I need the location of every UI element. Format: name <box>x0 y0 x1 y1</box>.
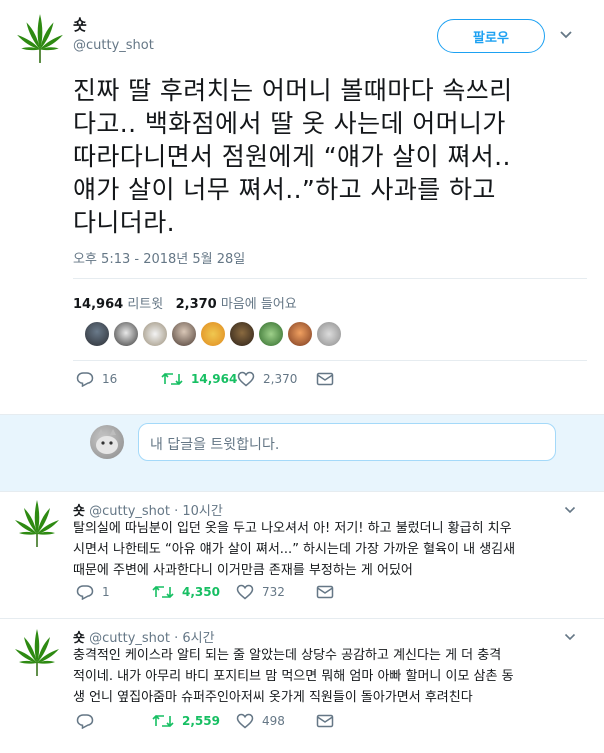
message-action[interactable] <box>316 713 334 729</box>
message-icon <box>316 372 334 386</box>
retweet-count: 4,350 <box>182 585 220 599</box>
liker-avatar[interactable] <box>258 321 284 347</box>
author-handle[interactable]: @cutty_shot <box>73 38 154 53</box>
reply-action[interactable]: 16 <box>76 371 117 387</box>
liker-avatar[interactable] <box>287 321 313 347</box>
reply-text-line: 시면서 나한테도 “아유 얘가 살이 쪄서...” 하시는데 가장 가까운 혈육… <box>73 542 516 557</box>
retweets-label[interactable]: 리트윗 <box>127 297 163 312</box>
heart-icon <box>236 713 254 729</box>
like-action[interactable]: 732 <box>236 584 285 600</box>
retweet-action[interactable]: 14,964 <box>161 371 237 387</box>
tweet-timestamp[interactable]: 오후 5:13 - 2018년 5월 28일 <box>73 248 245 267</box>
reply-author-name[interactable]: 숏 <box>73 504 85 519</box>
tweet-text-line: 진짜 딸 후려치는 어머니 볼때마다 속쓰리 <box>73 76 513 105</box>
tweet-text-line: 따라다니면서 점원에게 “얘가 살이 쪄서.. <box>73 142 511 171</box>
chevron-down-icon[interactable] <box>559 30 573 40</box>
author-name[interactable]: 숏 <box>73 14 87 35</box>
likes-label[interactable]: 마음에 들어요 <box>221 297 297 312</box>
tweet-stats: 14,964 리트윗 2,370 마음에 들어요 <box>73 293 297 312</box>
reply-icon <box>76 714 94 729</box>
heart-icon <box>236 584 254 600</box>
message-icon <box>316 714 334 728</box>
liker-avatar[interactable] <box>316 321 342 347</box>
reply-icon <box>76 585 94 600</box>
like-action[interactable]: 2,370 <box>237 371 297 387</box>
liker-avatar[interactable] <box>200 321 226 347</box>
reply-tweet[interactable]: 숏 @cutty_shot · 10시간 탈의실에 따님분이 입던 옷을 두고 … <box>0 492 604 619</box>
cannabis-leaf-avatar[interactable] <box>14 12 66 64</box>
like-count: 498 <box>262 714 285 728</box>
reply-text-line: 때문에 주변에 사과한다니 이거만큼 존재를 부정하는 게 어딨어 <box>73 563 413 578</box>
tweet-text-line: 다고.. 백화점에서 딸 옷 사는데 어머니가 <box>73 109 506 138</box>
follow-button[interactable]: 팔로우 <box>437 19 545 53</box>
likes-count[interactable]: 2,370 <box>176 297 217 312</box>
tweet-text-line: 얘가 살이 너무 쪄서..”하고 사과를 하고 <box>73 175 496 204</box>
reply-author-name[interactable]: 숏 <box>73 631 85 646</box>
tweet-text: 진짜 딸 후려치는 어머니 볼때마다 속쓰리 다고.. 백화점에서 딸 옷 사는… <box>73 74 593 239</box>
likers-avatars <box>84 321 345 347</box>
reply-author-handle[interactable]: @cutty_shot <box>89 504 170 519</box>
reply-text-line: 생 언니 옆집아줌마 슈퍼주인아저씨 옷가게 직원들이 돌아가면서 후려친다 <box>73 690 473 705</box>
user-avatar[interactable] <box>90 425 124 459</box>
liker-avatar[interactable] <box>229 321 255 347</box>
message-action[interactable] <box>316 584 334 600</box>
divider <box>73 360 587 361</box>
liker-avatar[interactable] <box>142 321 168 347</box>
retweet-icon <box>161 372 183 386</box>
like-action[interactable]: 498 <box>236 713 285 729</box>
tweet-text-line: 다니더라. <box>73 208 175 237</box>
reply-action[interactable] <box>76 713 102 729</box>
chevron-down-icon[interactable] <box>564 633 576 641</box>
chevron-down-icon[interactable] <box>564 506 576 514</box>
like-count: 732 <box>262 585 285 599</box>
retweet-count: 14,964 <box>191 372 238 386</box>
reply-time[interactable]: · 10시간 <box>174 504 223 519</box>
reply-count: 1 <box>102 585 110 599</box>
reply-text-line: 탈의실에 따님분이 입던 옷을 두고 나오셔서 아! 저기! 하고 불렀더니 황… <box>73 521 512 536</box>
reply-tweet[interactable]: 숏 @cutty_shot · 6시간 충격적인 케이스라 알티 되는 줄 알았… <box>0 619 604 753</box>
reply-author-handle[interactable]: @cutty_shot <box>89 631 170 646</box>
reply-text-line: 적이네. 내가 아무리 바디 포지티브 맘 먹으면 뭐해 엄마 아빠 할머니 이… <box>73 669 514 684</box>
message-action[interactable] <box>316 371 334 387</box>
reply-time[interactable]: · 6시간 <box>174 631 214 646</box>
like-count: 2,370 <box>263 372 298 386</box>
reply-text: 탈의실에 따님분이 입던 옷을 두고 나오셔서 아! 저기! 하고 불렀더니 황… <box>73 518 583 581</box>
reply-text-line: 충격적인 케이스라 알티 되는 줄 알았는데 상당수 공감하고 계신다는 게 더… <box>73 648 502 663</box>
reply-header: 숏 @cutty_shot · 6시간 <box>73 627 215 646</box>
heart-icon <box>237 371 255 387</box>
reply-action[interactable]: 1 <box>76 584 110 600</box>
reply-count: 16 <box>102 372 118 386</box>
retweet-icon <box>152 714 174 728</box>
retweet-count: 2,559 <box>182 714 220 728</box>
retweet-action[interactable]: 4,350 <box>152 584 220 600</box>
reply-icon <box>76 372 94 387</box>
message-icon <box>316 585 334 599</box>
cannabis-leaf-avatar[interactable] <box>12 498 62 548</box>
reply-input[interactable]: 내 답글을 트윗합니다. <box>138 423 556 461</box>
retweets-count[interactable]: 14,964 <box>73 297 123 312</box>
retweet-icon <box>152 585 174 599</box>
liker-avatar[interactable] <box>84 321 110 347</box>
cannabis-leaf-avatar[interactable] <box>12 627 62 677</box>
retweet-action[interactable]: 2,559 <box>152 713 220 729</box>
liker-avatar[interactable] <box>171 321 197 347</box>
reply-composer: 내 답글을 트윗합니다. <box>0 414 604 492</box>
liker-avatar[interactable] <box>113 321 139 347</box>
reply-text: 충격적인 케이스라 알티 되는 줄 알았는데 상당수 공감하고 계신다는 게 더… <box>73 645 583 708</box>
divider <box>73 278 587 279</box>
reply-header: 숏 @cutty_shot · 10시간 <box>73 500 223 519</box>
